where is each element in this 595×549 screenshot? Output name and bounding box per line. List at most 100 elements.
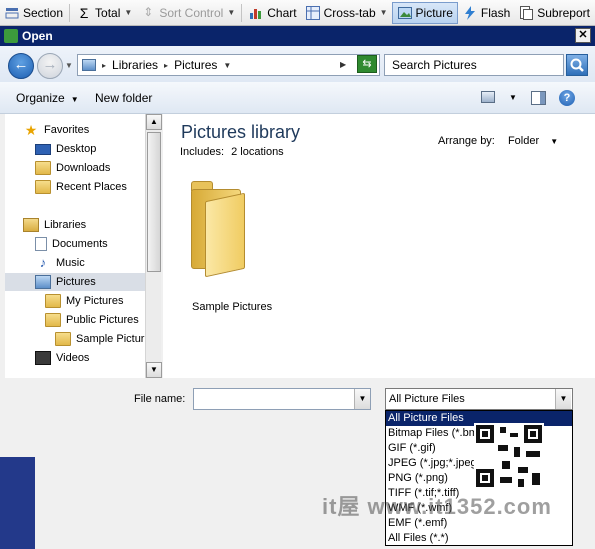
help-icon[interactable]: ? xyxy=(559,90,575,106)
close-button[interactable]: ✕ xyxy=(575,28,591,43)
sort-control-label: Sort Control xyxy=(159,5,224,20)
arrange-by-control[interactable]: Arrange by: Folder ▼ xyxy=(438,135,558,147)
subreport-icon xyxy=(518,5,534,21)
dialog-title: Open xyxy=(22,29,53,43)
sigma-icon: Σ xyxy=(79,4,89,21)
arrange-by-label: Arrange by: xyxy=(438,135,495,147)
tree-label: Sample Pictures xyxy=(76,333,145,345)
music-icon: ♪ xyxy=(39,255,47,270)
tree-label: Favorites xyxy=(44,124,90,136)
address-dropdown[interactable]: ▶ xyxy=(340,54,346,76)
chevron-down-icon[interactable]: ▼ xyxy=(380,8,388,17)
file-name-input[interactable] xyxy=(193,388,371,410)
file-list-pane: Pictures library Includes: 2 locations A… xyxy=(163,114,595,378)
refresh-button[interactable]: ⇆ xyxy=(357,55,377,73)
arrow-left-icon: ← xyxy=(13,56,29,73)
file-type-dropdown-button[interactable]: ▼ xyxy=(555,389,571,409)
includes-locations-link[interactable]: 2 locations xyxy=(231,146,284,158)
back-button[interactable]: ← xyxy=(8,53,34,79)
breadcrumb-libraries[interactable]: Libraries xyxy=(112,58,158,72)
background-window-frame xyxy=(0,457,35,549)
videos-icon xyxy=(35,351,51,365)
documents-icon xyxy=(35,237,47,251)
library-includes: Includes: 2 locations xyxy=(180,146,284,158)
recent-locations-dropdown[interactable]: ▼ xyxy=(65,61,73,70)
tree-item-pictures[interactable]: Pictures xyxy=(5,273,145,291)
total-label: Total xyxy=(95,5,121,20)
chevron-down-icon[interactable]: ▼ xyxy=(550,137,558,146)
preview-pane-icon[interactable] xyxy=(531,91,546,105)
tree-item-documents[interactable]: Documents xyxy=(35,235,108,253)
scroll-down-button[interactable]: ▼ xyxy=(146,362,162,378)
file-name-label: File name: xyxy=(134,393,186,405)
watermark-text: it屋 www.it1352.com xyxy=(322,494,552,519)
section-button[interactable]: Section xyxy=(0,2,67,24)
chevron-down-icon[interactable]: ▼ xyxy=(227,8,235,17)
chart-icon xyxy=(248,5,264,21)
sample-pictures-folder-label[interactable]: Sample Pictures xyxy=(192,301,272,313)
tree-item-favorites[interactable]: ★ Favorites xyxy=(23,121,90,139)
flash-button[interactable]: Flash xyxy=(458,2,514,24)
downloads-folder-icon xyxy=(35,161,51,175)
change-view-icon[interactable] xyxy=(481,91,495,103)
picture-button[interactable]: Picture xyxy=(391,1,458,24)
scroll-up-button[interactable]: ▲ xyxy=(146,114,162,130)
total-button[interactable]: Σ Total ▼ xyxy=(72,2,136,24)
view-options-dropdown[interactable]: ▼ xyxy=(509,93,517,102)
breadcrumb-pictures[interactable]: Pictures xyxy=(174,58,217,72)
forward-button[interactable]: → xyxy=(37,53,63,79)
breadcrumb-separator-icon[interactable]: ▸ xyxy=(102,61,106,70)
libraries-icon xyxy=(23,218,39,232)
flash-icon xyxy=(462,5,478,21)
sample-pictures-folder-icon[interactable] xyxy=(189,177,247,278)
tree-item-desktop[interactable]: Desktop xyxy=(35,140,96,158)
tree-item-libraries[interactable]: Libraries xyxy=(23,216,86,234)
crosstab-button[interactable]: Cross-tab ▼ xyxy=(301,2,392,24)
navigation-scrollbar[interactable]: ▲ ▼ xyxy=(145,114,162,378)
tree-item-my-pictures[interactable]: My Pictures xyxy=(45,292,123,310)
chevron-down-icon[interactable]: ▼ xyxy=(124,8,132,17)
app-icon xyxy=(4,29,18,43)
tree-item-videos[interactable]: Videos xyxy=(35,349,89,367)
library-title: Pictures library xyxy=(181,122,301,142)
pictures-library-icon xyxy=(82,59,96,71)
organize-menu[interactable]: Organize ▼ xyxy=(16,91,79,105)
tree-item-sample-pictures[interactable]: Sample Pictures xyxy=(55,330,145,348)
qr-code-icon xyxy=(474,423,544,489)
dialog-title-bar[interactable]: Open ✕ xyxy=(0,26,595,46)
file-name-dropdown[interactable]: ▼ xyxy=(354,389,370,409)
tree-item-downloads[interactable]: Downloads xyxy=(35,159,110,177)
folder-icon xyxy=(45,294,61,308)
chevron-down-icon[interactable]: ▼ xyxy=(223,61,231,70)
flash-label: Flash xyxy=(480,5,511,20)
sort-control-button[interactable]: ⇕ Sort Control ▼ xyxy=(136,2,239,24)
tree-item-recent-places[interactable]: Recent Places xyxy=(35,178,127,196)
sort-icon: ⇕ xyxy=(143,4,154,19)
arrange-by-value[interactable]: Folder xyxy=(508,135,539,147)
tree-item-music[interactable]: ♪ Music xyxy=(35,254,85,272)
subreport-button[interactable]: Subreport xyxy=(514,2,594,24)
section-icon xyxy=(4,5,20,21)
tree-item-public-pictures[interactable]: Public Pictures xyxy=(45,311,139,329)
command-bar: Organize ▼ New folder ▼ ? xyxy=(0,82,595,114)
file-type-option[interactable]: All Files (*.*) xyxy=(386,531,572,545)
file-type-select[interactable]: All Picture Files xyxy=(385,388,573,410)
new-folder-button[interactable]: New folder xyxy=(95,91,152,105)
chart-button[interactable]: Chart xyxy=(244,2,300,24)
tree-label: Videos xyxy=(56,352,90,364)
tree-label: Recent Places xyxy=(56,181,127,193)
tree-label: Public Pictures xyxy=(66,314,139,326)
desktop-icon xyxy=(35,143,51,155)
search-input[interactable]: Search Pictures xyxy=(384,54,564,76)
scrollbar-thumb[interactable] xyxy=(147,132,161,272)
tree-label: Downloads xyxy=(56,162,111,174)
crosstab-icon xyxy=(305,5,321,21)
search-button[interactable] xyxy=(566,54,588,76)
pictures-icon xyxy=(35,275,51,289)
picture-icon xyxy=(397,5,413,21)
search-icon xyxy=(570,58,584,72)
breadcrumb-separator-icon[interactable]: ▸ xyxy=(164,61,168,70)
section-label: Section xyxy=(23,5,64,20)
address-bar[interactable]: ▸ Libraries ▸ Pictures ▼ xyxy=(77,54,380,76)
chevron-down-icon: ▼ xyxy=(70,95,79,104)
